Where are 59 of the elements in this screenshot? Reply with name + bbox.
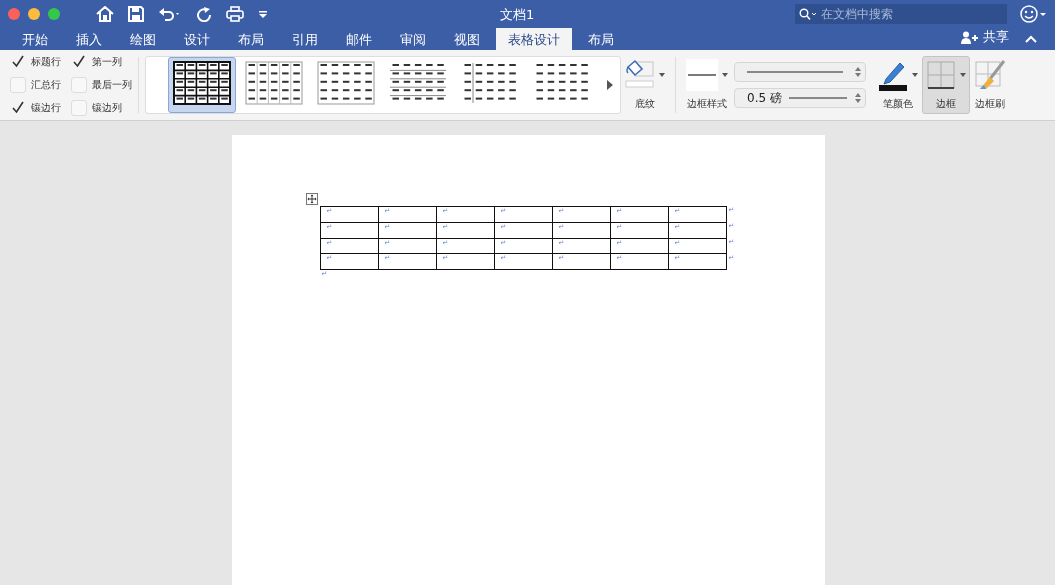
window-title: 文档1 bbox=[500, 6, 535, 24]
search-input[interactable]: 在文档中搜索 bbox=[819, 5, 1003, 22]
style-option-checkbox[interactable]: 第一列 bbox=[71, 54, 132, 70]
line-sample-icon bbox=[686, 59, 718, 91]
customize-caret-icon[interactable] bbox=[258, 8, 268, 19]
caret-icon bbox=[659, 73, 665, 77]
table-style-thumbnail[interactable] bbox=[168, 57, 236, 113]
shading-button[interactable]: 底纹 bbox=[621, 56, 669, 114]
ribbon-tab[interactable]: 绘图 bbox=[118, 28, 168, 50]
line-style-dropdown[interactable] bbox=[734, 62, 866, 82]
borders-grid-icon bbox=[926, 59, 956, 91]
style-option-checkbox[interactable]: 镶边列 bbox=[71, 100, 132, 116]
ribbon-tab[interactable]: 布局 bbox=[576, 28, 626, 50]
checkmark-icon bbox=[11, 55, 25, 69]
checkmark-icon bbox=[72, 55, 86, 69]
ribbon-tab[interactable]: 布局 bbox=[226, 28, 276, 50]
share-button[interactable]: 共享 bbox=[955, 27, 1015, 47]
line-weight-dropdown[interactable]: 0.5 磅 bbox=[734, 88, 866, 108]
table-move-handle-icon[interactable] bbox=[305, 193, 318, 205]
smiley-icon[interactable] bbox=[1019, 3, 1047, 24]
checkmark-icon bbox=[11, 101, 25, 115]
home-icon[interactable] bbox=[96, 5, 114, 22]
ribbon-tab[interactable]: 开始 bbox=[10, 28, 60, 50]
collapse-ribbon-icon[interactable] bbox=[1025, 35, 1037, 43]
ribbon-tab[interactable]: 插入 bbox=[64, 28, 114, 50]
style-option-checkbox[interactable]: 标题行 bbox=[10, 54, 61, 70]
borders-button[interactable]: 边框 bbox=[922, 56, 970, 114]
ribbon-tab[interactable]: 邮件 bbox=[334, 28, 384, 50]
border-styles-button[interactable]: 边框样式 bbox=[682, 56, 732, 114]
style-option-checkbox[interactable]: 汇总行 bbox=[10, 77, 61, 93]
stepper-arrows-icon bbox=[855, 92, 861, 104]
ribbon-tab[interactable]: 表格设计 bbox=[496, 28, 572, 50]
paint-bucket-icon bbox=[625, 59, 655, 91]
add-person-icon bbox=[961, 30, 979, 44]
ribbon-tab[interactable]: 审阅 bbox=[388, 28, 438, 50]
undo-icon[interactable] bbox=[158, 5, 182, 22]
print-icon[interactable] bbox=[226, 5, 244, 22]
search-icon bbox=[799, 7, 817, 20]
style-option-checkbox[interactable]: 镶边行 bbox=[10, 100, 61, 116]
caret-icon bbox=[722, 73, 728, 77]
style-option-checkbox[interactable]: 最后一列 bbox=[71, 77, 132, 93]
line-sample-icon bbox=[789, 96, 848, 100]
stepper-arrows-icon bbox=[855, 66, 861, 78]
line-weight-value: 0.5 磅 bbox=[747, 89, 782, 107]
border-painter-button[interactable]: 边框刷 bbox=[970, 56, 1010, 114]
minimize-light-icon[interactable] bbox=[28, 7, 40, 20]
ribbon-tab[interactable]: 视图 bbox=[442, 28, 492, 50]
ribbon-tab[interactable]: 设计 bbox=[172, 28, 222, 50]
caret-icon bbox=[960, 73, 966, 77]
gallery-more-arrow-icon[interactable] bbox=[606, 79, 614, 91]
search-field[interactable]: 在文档中搜索 bbox=[795, 3, 1007, 24]
save-icon[interactable] bbox=[128, 5, 144, 22]
redo-icon[interactable] bbox=[196, 5, 212, 22]
line-sample-icon bbox=[747, 70, 843, 74]
caret-icon bbox=[912, 73, 918, 77]
ribbon-tab[interactable]: 引用 bbox=[280, 28, 330, 50]
zoom-light-icon[interactable] bbox=[48, 7, 60, 20]
paintbrush-grid-icon bbox=[974, 59, 1006, 91]
pen-color-button[interactable]: 笔颜色 bbox=[874, 56, 922, 114]
